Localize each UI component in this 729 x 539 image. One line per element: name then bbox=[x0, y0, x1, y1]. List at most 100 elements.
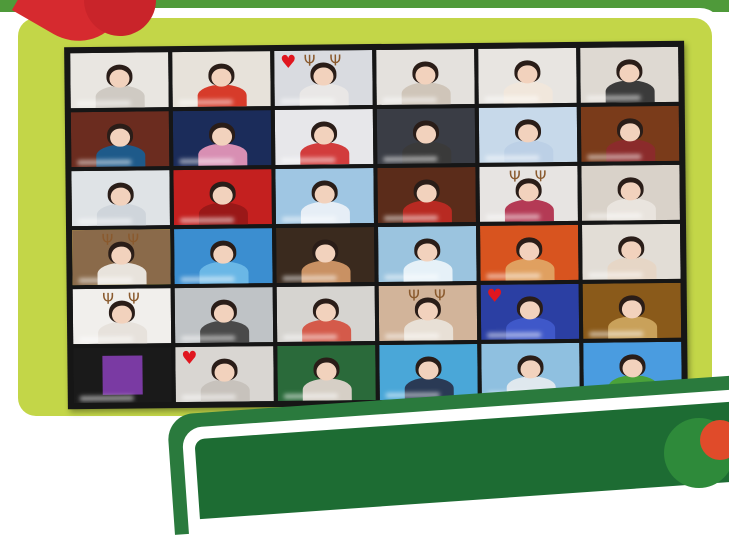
participant-tile[interactable] bbox=[174, 228, 273, 285]
participant-face bbox=[520, 359, 541, 379]
participant-face bbox=[211, 68, 232, 87]
participant-tile[interactable] bbox=[274, 109, 374, 166]
participant-name-label bbox=[179, 158, 234, 165]
participant-face bbox=[518, 123, 538, 143]
participant-name-label bbox=[586, 95, 641, 102]
participant-tile[interactable] bbox=[378, 225, 477, 282]
participant-name-label bbox=[78, 277, 133, 284]
participant-name-label bbox=[181, 335, 235, 342]
participant-tile[interactable] bbox=[376, 107, 476, 164]
participant-tile[interactable]: ΨΨ bbox=[72, 229, 171, 286]
participant-tile[interactable] bbox=[376, 48, 475, 105]
participant-tile[interactable] bbox=[580, 105, 680, 162]
participant-tile[interactable]: ♥ bbox=[175, 346, 274, 403]
participant-face bbox=[214, 362, 235, 382]
participant-name-label bbox=[486, 273, 541, 280]
participant-name-label bbox=[178, 99, 233, 106]
participant-face bbox=[213, 244, 234, 264]
participant-face bbox=[519, 300, 540, 320]
participant-face bbox=[212, 127, 232, 146]
participant-tile[interactable]: ♥ bbox=[480, 283, 580, 340]
participant-name-label bbox=[383, 215, 438, 222]
participant-face bbox=[110, 128, 130, 147]
participant-face bbox=[110, 187, 131, 206]
participant-name-label bbox=[180, 276, 235, 283]
participant-face bbox=[622, 358, 643, 378]
participant-name-label bbox=[281, 157, 336, 164]
participant-name-label bbox=[79, 336, 133, 343]
participant-tile[interactable] bbox=[276, 286, 376, 343]
participant-face bbox=[417, 242, 438, 262]
participant-face bbox=[621, 240, 642, 260]
participant-face bbox=[214, 303, 234, 323]
participant-name-label bbox=[79, 395, 134, 402]
participant-face bbox=[415, 65, 436, 85]
participant-name-label bbox=[485, 214, 540, 221]
participant-face bbox=[620, 181, 641, 201]
profile-avatar bbox=[102, 355, 143, 396]
participant-tile[interactable] bbox=[276, 227, 375, 284]
participant-face bbox=[619, 63, 640, 83]
participant-tile[interactable] bbox=[172, 110, 272, 167]
participant-name-label bbox=[77, 159, 132, 166]
participant-name-label bbox=[179, 217, 234, 224]
participant-name-label bbox=[384, 274, 439, 281]
participant-name-label bbox=[283, 334, 337, 341]
participant-face bbox=[314, 184, 335, 204]
participant-name-label bbox=[76, 100, 131, 107]
participant-face bbox=[314, 125, 334, 145]
participant-name-label bbox=[385, 333, 439, 340]
participant-name-label bbox=[382, 97, 437, 104]
participant-face bbox=[418, 360, 439, 380]
participant-tile[interactable] bbox=[70, 52, 169, 109]
participant-tile[interactable] bbox=[70, 111, 170, 168]
participant-face bbox=[519, 241, 540, 261]
participant-name-label bbox=[283, 393, 338, 400]
participant-face bbox=[315, 243, 336, 263]
participant-tile[interactable] bbox=[377, 166, 476, 223]
participant-face bbox=[212, 186, 233, 205]
participant-tile[interactable] bbox=[582, 223, 681, 280]
participant-tile[interactable] bbox=[277, 345, 376, 402]
reindeer-antlers-icon: ΨΨ bbox=[102, 289, 154, 309]
participant-tile[interactable] bbox=[480, 224, 579, 281]
participant-name-label bbox=[383, 156, 438, 163]
participant-tile[interactable] bbox=[478, 106, 578, 163]
participant-tile[interactable] bbox=[582, 282, 682, 339]
participant-name-label bbox=[587, 213, 642, 220]
participant-face bbox=[620, 122, 640, 142]
reindeer-antlers-icon: ΨΨ bbox=[303, 51, 356, 71]
participant-tile[interactable] bbox=[581, 164, 680, 221]
participant-tile[interactable]: ♥ ΨΨ bbox=[274, 50, 373, 107]
participant-face bbox=[621, 299, 642, 319]
participant-tile[interactable] bbox=[172, 51, 271, 108]
heart-icon: ♥ bbox=[181, 348, 198, 370]
participant-tile[interactable] bbox=[275, 168, 374, 225]
participant-face bbox=[518, 182, 539, 202]
participant-name-label bbox=[485, 155, 540, 162]
participant-tile[interactable]: ΨΨ bbox=[378, 284, 478, 341]
participant-tile[interactable]: ΨΨ bbox=[479, 165, 578, 222]
participant-name-label bbox=[282, 275, 337, 282]
participant-tile[interactable] bbox=[478, 47, 577, 104]
participant-tile[interactable] bbox=[580, 46, 679, 103]
participant-tile[interactable] bbox=[379, 343, 478, 400]
participant-face bbox=[316, 361, 337, 381]
participant-face bbox=[416, 183, 437, 203]
heart-icon: ♥ bbox=[486, 285, 503, 308]
participant-tile[interactable] bbox=[173, 169, 272, 226]
reindeer-antlers-icon: ΨΨ bbox=[408, 286, 460, 305]
video-gallery: ♥ ΨΨ ΨΨ ΨΨ ΨΨ ΨΨ ♥ ♥ bbox=[64, 40, 688, 410]
participant-tile[interactable] bbox=[73, 347, 172, 404]
participant-tile[interactable]: ΨΨ bbox=[72, 288, 172, 345]
participant-name-label bbox=[587, 154, 642, 161]
reindeer-antlers-icon: ΨΨ bbox=[101, 230, 154, 250]
participant-name-label bbox=[588, 272, 643, 279]
participant-face bbox=[316, 302, 336, 322]
participant-tile[interactable] bbox=[174, 287, 274, 344]
participant-face bbox=[416, 124, 436, 144]
participant-name-label bbox=[589, 331, 643, 338]
participant-name-label bbox=[77, 218, 132, 225]
heart-icon: ♥ bbox=[280, 52, 297, 74]
participant-tile[interactable] bbox=[71, 170, 170, 227]
